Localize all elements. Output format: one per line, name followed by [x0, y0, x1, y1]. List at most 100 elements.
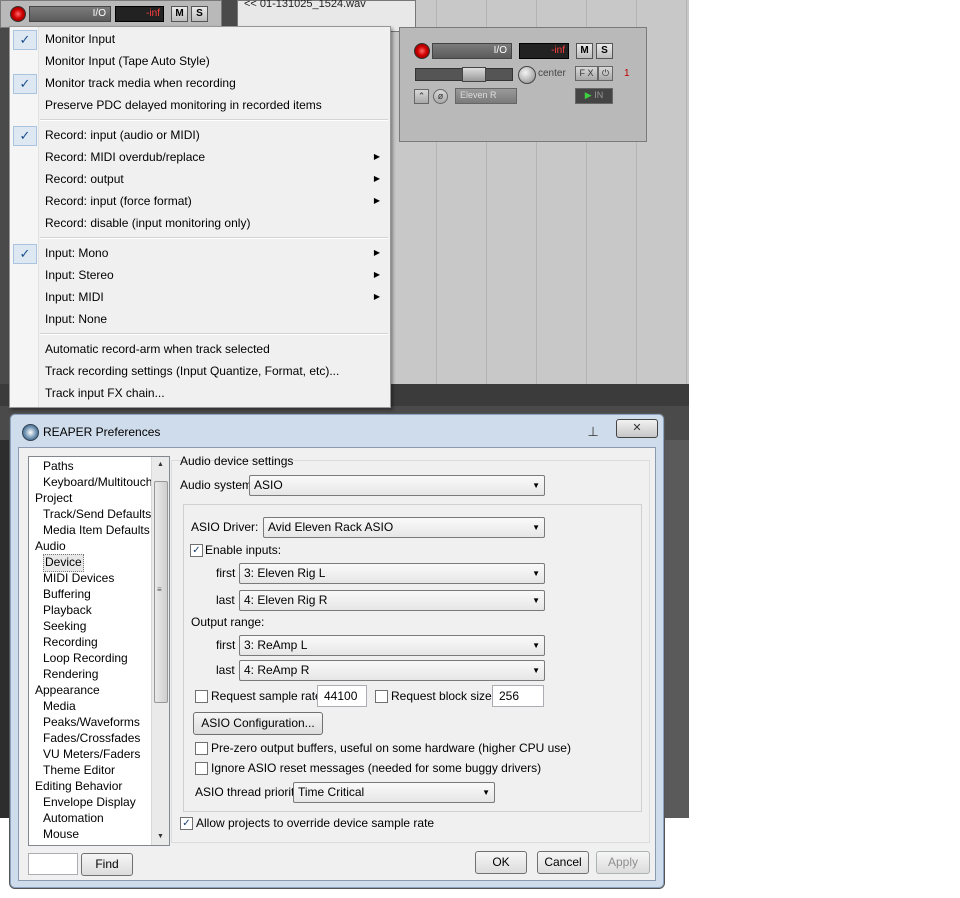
preferences-tree: Paths Keyboard/Multitouch Project Track/Sen…: [28, 456, 170, 846]
io-button[interactable]: I/O: [432, 43, 512, 59]
tree-item[interactable]: Project: [35, 490, 72, 506]
tree-item[interactable]: Appearance: [35, 682, 100, 698]
tree-item[interactable]: Peaks/Waveforms: [43, 714, 140, 730]
output-first-label: first: [216, 638, 236, 652]
tree-item[interactable]: Playback: [43, 602, 92, 618]
mute-button[interactable]: M: [171, 6, 188, 22]
audio-system-label: Audio system:: [180, 478, 256, 492]
scroll-thumb[interactable]: ≡: [154, 481, 168, 703]
tree-item[interactable]: MIDI Devices: [43, 570, 114, 586]
menu-item[interactable]: Record: input (force format) ▶: [10, 190, 390, 212]
enable-inputs-label: Enable inputs:: [205, 543, 282, 557]
ignore-reset-checkbox[interactable]: [195, 762, 208, 775]
input-monitor-button[interactable]: ▶ IN: [575, 88, 613, 104]
tree-item[interactable]: Envelope Display: [43, 794, 136, 810]
menu-item[interactable]: ✓ Record: input (audio or MIDI): [10, 124, 390, 146]
tree-item[interactable]: Seeking: [43, 618, 86, 634]
scroll-up-icon[interactable]: ▲: [155, 459, 166, 471]
menu-item[interactable]: Input: None: [10, 308, 390, 330]
menu-item[interactable]: Automatic record-arm when track selected: [10, 338, 390, 360]
menu-item[interactable]: ✓ Monitor track media when recording: [10, 72, 390, 94]
menu-item[interactable]: ✓ Monitor Input: [10, 28, 390, 50]
thread-priority-select[interactable]: Time Critical ▼: [293, 782, 495, 803]
cancel-button[interactable]: Cancel: [537, 851, 589, 874]
tree-item[interactable]: Media: [43, 698, 76, 714]
pan-knob[interactable]: [518, 66, 536, 84]
allow-override-checkbox[interactable]: ✓: [180, 817, 193, 830]
menu-item[interactable]: Input: MIDI ▶: [10, 286, 390, 308]
tree-item[interactable]: Recording: [43, 634, 98, 650]
menu-item[interactable]: Track input FX chain...: [10, 382, 390, 404]
tree-item[interactable]: Editing Behavior: [35, 778, 122, 794]
output-range-label: Output range:: [191, 615, 265, 629]
ok-button[interactable]: OK: [475, 851, 527, 874]
input-first-select[interactable]: 3: Eleven Rig L ▼: [239, 563, 545, 584]
audio-system-select[interactable]: ASIO ▼: [249, 475, 545, 496]
menu-item[interactable]: Monitor Input (Tape Auto Style): [10, 50, 390, 72]
tree-item[interactable]: VU Meters/Faders: [43, 746, 140, 762]
menu-item[interactable]: Record: MIDI overdub/replace ▶: [10, 146, 390, 168]
request-sample-rate-checkbox[interactable]: [195, 690, 208, 703]
output-first-select[interactable]: 3: ReAmp L ▼: [239, 635, 545, 656]
input-last-select[interactable]: 4: Eleven Rig R ▼: [239, 590, 545, 611]
envelope-icon[interactable]: ⌃: [414, 89, 429, 104]
tree-item[interactable]: Fades/Crossfades: [43, 730, 140, 746]
phase-icon[interactable]: ø: [433, 89, 448, 104]
mute-button[interactable]: M: [576, 43, 593, 59]
solo-button[interactable]: S: [596, 43, 613, 59]
asio-driver-label: ASIO Driver:: [191, 520, 259, 534]
tree-item[interactable]: Paths: [43, 458, 74, 474]
chevron-down-icon: ▼: [532, 596, 540, 605]
output-last-select[interactable]: 4: ReAmp R ▼: [239, 660, 545, 681]
reaper-logo-icon: [22, 424, 39, 441]
volume-fader[interactable]: [415, 67, 513, 82]
find-button[interactable]: Find: [81, 853, 133, 876]
menu-item[interactable]: Record: output ▶: [10, 168, 390, 190]
tree-item[interactable]: Buffering: [43, 586, 91, 602]
enable-inputs-checkbox[interactable]: ✓: [190, 544, 203, 557]
menu-item[interactable]: Preserve PDC delayed monitoring in recor…: [10, 94, 390, 116]
tree-item[interactable]: Audio: [35, 538, 66, 554]
tree-item[interactable]: Media Item Defaults: [43, 522, 150, 538]
volume-fader-handle[interactable]: [462, 67, 486, 82]
menu-item[interactable]: Record: disable (input monitoring only): [10, 212, 390, 234]
solo-button[interactable]: S: [191, 6, 208, 22]
tree-item[interactable]: Loop Recording: [43, 650, 128, 666]
tree-item[interactable]: Mouse: [43, 826, 79, 842]
input-selector[interactable]: Eleven R: [455, 88, 517, 104]
scroll-down-icon[interactable]: ▼: [155, 831, 166, 843]
fx-bypass-icon[interactable]: ⏻: [598, 66, 613, 81]
window-title: REAPER Preferences: [43, 425, 161, 439]
fx-button[interactable]: F X: [575, 66, 598, 81]
tree-item[interactable]: Automation: [43, 810, 104, 826]
menu-item[interactable]: ✓ Input: Mono ▶: [10, 242, 390, 264]
asio-driver-select[interactable]: Avid Eleven Rack ASIO ▼: [263, 517, 545, 538]
tree-item[interactable]: Theme Editor: [43, 762, 115, 778]
menu-item[interactable]: Track recording settings (Input Quantize…: [10, 360, 390, 382]
prezero-checkbox[interactable]: [195, 742, 208, 755]
request-block-size-checkbox[interactable]: [375, 690, 388, 703]
input-first-value: 3: Eleven Rig L: [244, 566, 326, 580]
search-input[interactable]: [28, 853, 78, 875]
chevron-down-icon: ▼: [532, 481, 540, 490]
tree-item[interactable]: Rendering: [43, 666, 98, 682]
io-button[interactable]: I/O: [29, 6, 111, 22]
chevron-down-icon: ▼: [482, 788, 490, 797]
menu-item-label: Record: input (force format): [45, 194, 192, 208]
input-last-label: last: [216, 593, 235, 607]
menu-item[interactable]: Input: Stereo ▶: [10, 264, 390, 286]
asio-configuration-button[interactable]: ASIO Configuration...: [193, 712, 323, 735]
record-arm-icon[interactable]: [414, 43, 430, 59]
tree-scrollbar[interactable]: ▲ ≡ ▼: [151, 457, 169, 845]
menu-item-label: Record: disable (input monitoring only): [45, 216, 251, 230]
apply-button[interactable]: Apply: [596, 851, 650, 874]
tree-item[interactable]: Track/Send Defaults: [43, 506, 151, 522]
sample-rate-input[interactable]: 44100: [317, 685, 367, 707]
thread-priority-value: Time Critical: [298, 785, 365, 799]
tree-item[interactable]: Keyboard/Multitouch: [43, 474, 152, 490]
block-size-input[interactable]: 256: [492, 685, 544, 707]
close-button[interactable]: ✕: [616, 419, 658, 438]
checkmark-icon: ✓: [13, 244, 37, 264]
record-arm-icon[interactable]: [10, 6, 26, 22]
pin-icon[interactable]: ⊥: [585, 424, 601, 440]
